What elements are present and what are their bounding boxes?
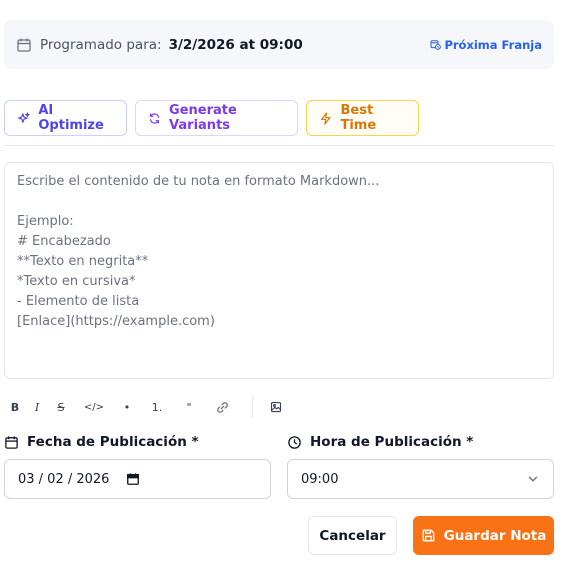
schedule-value: 3/2/2026 at 09:00 [168,36,303,53]
generate-variants-label: Generate Variants [169,103,237,133]
date-value: 03 / 02 / 2026 [18,471,110,487]
ai-optimize-button[interactable]: AI Optimize [4,100,127,136]
bold-button[interactable]: B [4,401,26,414]
lightning-icon [320,111,331,125]
next-slot-button[interactable]: Próxima Franja [430,38,542,52]
bullet-list-button[interactable]: • [114,401,140,414]
image-icon [270,401,282,413]
calendar-icon [16,37,32,53]
date-field-label: Fecha de Publicación * [4,434,199,450]
time-value: 09:00 [301,471,339,487]
link-button[interactable] [204,401,240,414]
calendar-clock-icon [430,40,442,50]
best-time-button[interactable]: Best Time [306,100,419,136]
toolbar-divider [252,396,253,418]
time-label-text: Hora de Publicación * [310,434,474,450]
quote-button[interactable]: " [174,401,204,414]
date-picker-icon[interactable] [126,472,140,486]
schedule-label: Programado para: [40,36,162,53]
image-button[interactable] [265,401,287,413]
cancel-button[interactable]: Cancelar [308,516,397,555]
date-label-text: Fecha de Publicación * [27,434,199,450]
code-button[interactable]: </> [74,402,114,413]
ai-optimize-label: AI Optimize [38,103,104,133]
refresh-icon [149,112,160,124]
time-field-label: Hora de Publicación * [287,434,473,450]
next-slot-label: Próxima Franja [444,37,542,52]
link-icon [216,401,228,413]
save-note-button[interactable]: Guardar Nota [413,516,554,555]
numbered-list-button[interactable]: 1. [140,401,174,414]
italic-button[interactable]: I [26,401,48,414]
strikethrough-button[interactable]: S [48,401,74,414]
save-note-label: Guardar Nota [443,527,547,544]
publication-date-input[interactable]: 03 / 02 / 2026 [4,459,271,499]
calendar-icon [5,435,18,449]
save-icon [422,529,434,542]
format-toolbar: B I S </> • 1. " [4,396,287,418]
ai-action-bar: AI Optimize Generate Variants Best Time [4,100,419,136]
schedule-banner: Programado para: 3/2/2026 at 09:00 Próxi… [4,20,554,69]
chevron-down-icon [528,476,538,482]
sparkles-icon [18,111,30,123]
editor-placeholder: Escribe el contenido de tu nota en forma… [17,174,380,329]
best-time-label: Best Time [340,103,377,133]
generate-variants-button[interactable]: Generate Variants [135,100,298,136]
publication-time-select[interactable]: 09:00 [287,459,554,499]
clock-icon [288,435,301,449]
divider [4,145,554,146]
markdown-editor[interactable]: Escribe el contenido de tu nota en forma… [4,162,554,379]
